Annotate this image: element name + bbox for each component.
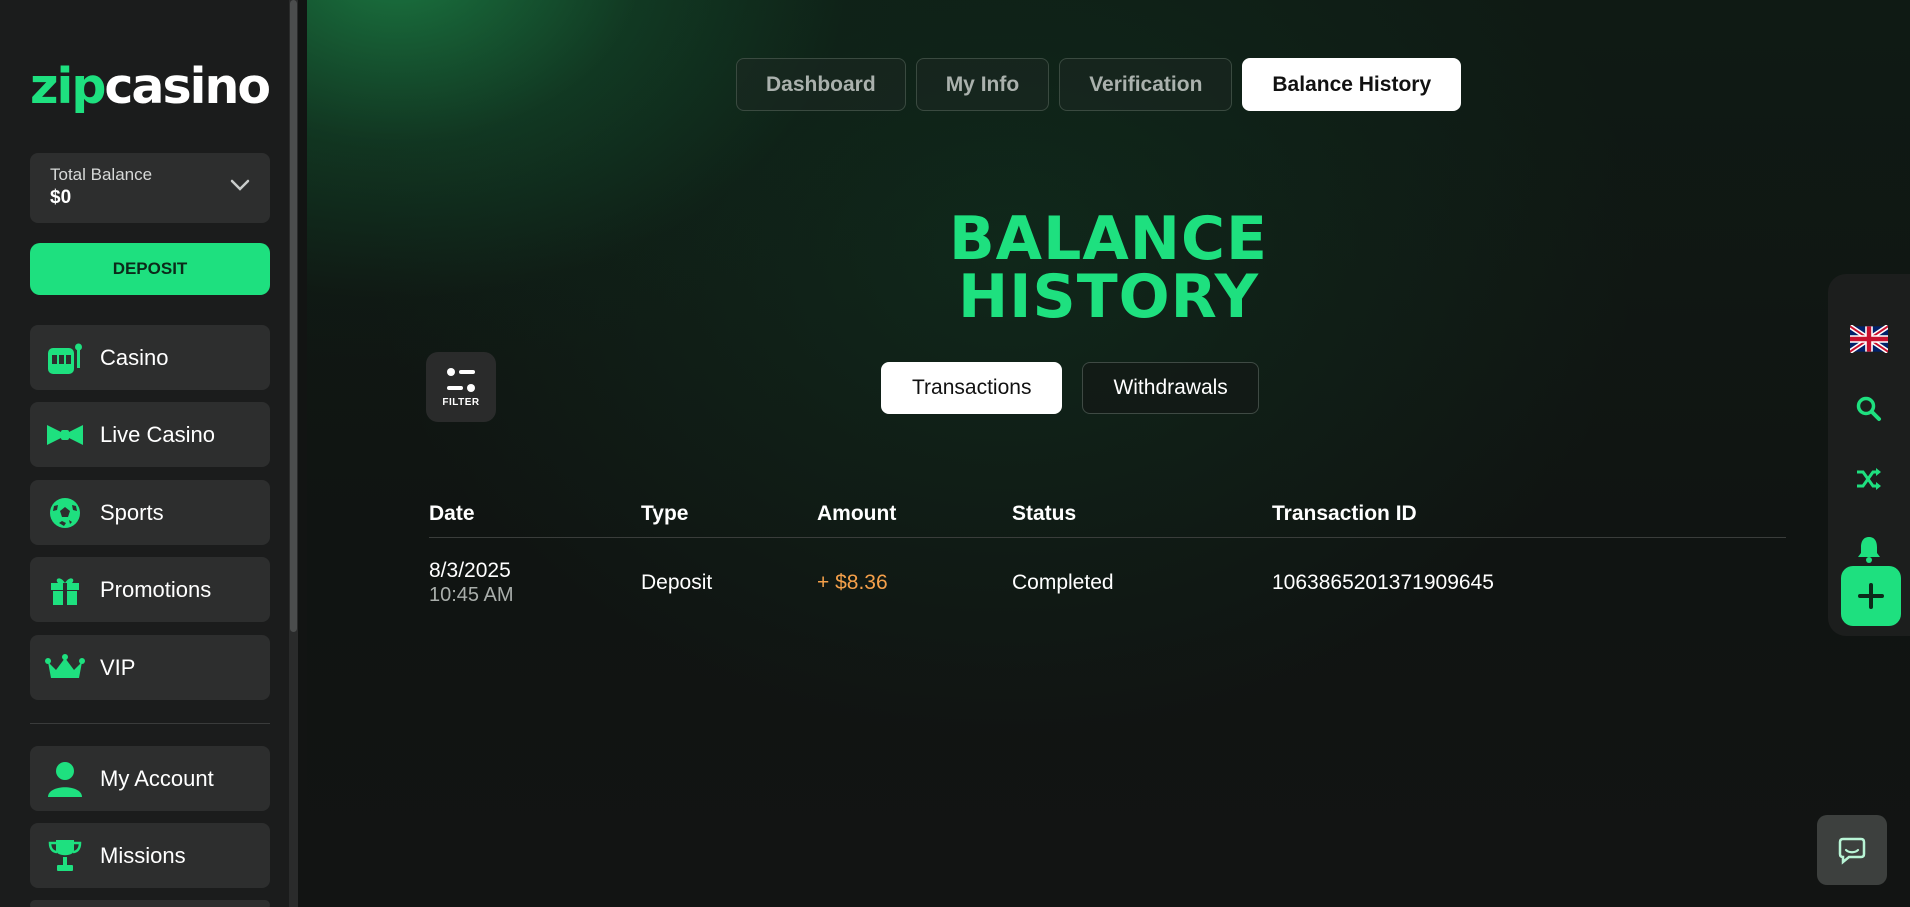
sidebar-item-label: Sports (100, 499, 164, 525)
sidebar-divider (30, 723, 270, 724)
column-header-status: Status (1012, 501, 1077, 525)
cell-date-day: 8/3/2025 (429, 559, 511, 582)
page-title-line2: HISTORY (957, 262, 1260, 332)
chevron-down-icon (230, 179, 250, 191)
zipcasino-logo[interactable]: zip casino (30, 58, 271, 114)
live-chat-button[interactable] (1817, 815, 1887, 885)
table-row: 8/3/2025 10:45 AM Deposit + $8.36 Comple… (429, 538, 1786, 628)
total-balance-value: $0 (50, 187, 72, 208)
cell-type: Deposit (641, 571, 713, 594)
chat-bubble-icon (1838, 837, 1866, 865)
slot-machine-icon (44, 340, 86, 376)
plus-icon (1858, 583, 1884, 609)
sidebar-scrollbar[interactable] (289, 0, 298, 907)
sidebar-item-my-account[interactable]: My Account (30, 746, 270, 811)
tab-verification[interactable]: Verification (1059, 58, 1233, 111)
column-header-amount: Amount (817, 501, 897, 525)
total-balance-label: Total Balance (50, 165, 153, 184)
cell-status: Completed (1012, 571, 1114, 594)
sidebar-item-label: Casino (100, 344, 169, 370)
search-icon (1856, 396, 1881, 421)
table-header: Date Type Amount Status Transaction ID (429, 490, 1786, 538)
sidebar-item-partial[interactable] (30, 900, 270, 907)
trophy-icon (44, 838, 86, 874)
uk-flag-icon (1850, 325, 1888, 353)
tab-transactions[interactable]: Transactions (881, 362, 1063, 414)
main-content: Dashboard My Info Verification Balance H… (307, 0, 1910, 907)
sidebar-item-sports[interactable]: Sports (30, 480, 270, 545)
cell-amount: + $8.36 (817, 571, 888, 594)
search-button[interactable] (1828, 384, 1910, 434)
sidebar-item-label: Missions (100, 842, 186, 868)
gift-icon (44, 572, 86, 608)
add-button[interactable] (1841, 566, 1901, 626)
sidebar-item-missions[interactable]: Missions (30, 823, 270, 888)
cell-transaction-id: 1063865201371909645 (1272, 571, 1494, 594)
soccer-ball-icon (44, 495, 86, 531)
sidebar-scrollbar-thumb[interactable] (290, 0, 297, 632)
sidebar-item-vip[interactable]: VIP (30, 635, 270, 700)
transactions-table: Date Type Amount Status Transaction ID 8… (429, 490, 1786, 628)
random-game-button[interactable] (1828, 454, 1910, 504)
sidebar-item-live-casino[interactable]: Live Casino (30, 402, 270, 467)
deposit-button[interactable]: DEPOSIT (30, 243, 270, 295)
account-tabs: Dashboard My Info Verification Balance H… (736, 58, 1462, 111)
sidebar-item-promotions[interactable]: Promotions (30, 557, 270, 622)
language-selector[interactable] (1828, 314, 1910, 364)
column-header-type: Type (641, 501, 689, 525)
total-balance-dropdown[interactable]: Total Balance $0 (30, 153, 270, 223)
cell-date: 8/3/2025 10:45 AM (429, 559, 641, 607)
tab-dashboard[interactable]: Dashboard (736, 58, 906, 111)
tab-my-info[interactable]: My Info (915, 58, 1050, 111)
sidebar-item-label: My Account (100, 765, 214, 791)
sidebar: zip casino Total Balance $0 DEPOSIT Casin… (0, 0, 298, 907)
crown-icon (44, 650, 86, 686)
sidebar-item-casino[interactable]: Casino (30, 325, 270, 390)
filter-button[interactable]: FILTER (426, 352, 496, 422)
shuffle-icon (1857, 468, 1881, 490)
filter-icon (447, 368, 475, 392)
filter-label: FILTER (442, 397, 480, 408)
page-title: BALANCE HISTORY (307, 209, 1910, 327)
history-subtabs: Transactions Withdrawals (881, 362, 1259, 414)
bow-tie-icon (44, 417, 86, 453)
right-rail (1828, 274, 1910, 636)
sidebar-item-label: VIP (100, 654, 136, 680)
tab-withdrawals[interactable]: Withdrawals (1082, 362, 1259, 414)
tab-balance-history[interactable]: Balance History (1242, 58, 1462, 111)
cell-date-time: 10:45 AM (429, 584, 514, 606)
column-header-transaction-id: Transaction ID (1272, 501, 1417, 525)
column-header-date: Date (429, 501, 475, 525)
bell-icon (1858, 537, 1880, 563)
user-icon (44, 761, 86, 797)
sidebar-item-label: Promotions (100, 576, 212, 602)
sidebar-item-label: Live Casino (100, 421, 215, 447)
